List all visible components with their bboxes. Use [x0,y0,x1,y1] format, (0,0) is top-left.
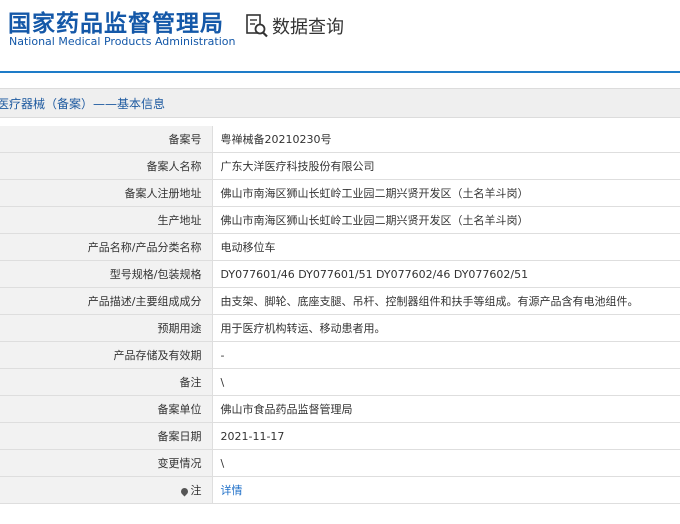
table-row: 备案人注册地址 佛山市南海区狮山长虹岭工业园二期兴贤开发区（土名羊斗岗） [0,179,680,207]
table-row: 备案人名称 广东大洋医疗科技股份有限公司 [0,152,680,180]
row-value: 电动移位车 [212,233,680,261]
table-row: 生产地址 佛山市南海区狮山长虹岭工业园二期兴贤开发区（土名羊斗岗） [0,206,680,234]
table-row: 产品描述/主要组成成分 由支架、脚轮、底座支腿、吊杆、控制器组件和扶手等组成。有… [0,287,680,315]
row-value: 2021-11-17 [212,422,680,450]
row-label: 变更情况 [0,449,213,477]
data-query-label: 数据查询 [272,17,344,38]
table-row: 产品存储及有效期 - [0,341,680,369]
row-label: 产品描述/主要组成成分 [0,287,213,315]
row-value: 由支架、脚轮、底座支腿、吊杆、控制器组件和扶手等组成。有源产品含有电池组件。 [212,287,680,315]
details-link[interactable]: 详情 [221,484,243,497]
row-label: 备案人名称 [0,152,213,180]
row-label: 备案单位 [0,395,213,423]
note-label: 注 [0,476,213,504]
data-query-link[interactable]: 数据查询 [246,12,344,40]
row-value: 广东大洋医疗科技股份有限公司 [212,152,680,180]
row-label: 备注 [0,368,213,396]
table-row: 型号规格/包装规格 DY077601/46 DY077601/51 DY0776… [0,260,680,288]
table-row: 注 详情 [0,476,680,504]
table-row: 备案日期 2021-11-17 [0,422,680,450]
table-row: 产品名称/产品分类名称 电动移位车 [0,233,680,261]
row-label: 产品存储及有效期 [0,341,213,369]
row-label: 型号规格/包装规格 [0,260,213,288]
row-value: 佛山市南海区狮山长虹岭工业园二期兴贤开发区（土名羊斗岗） [212,179,680,207]
search-document-icon [246,14,268,38]
row-value: DY077601/46 DY077601/51 DY077602/46 DY07… [212,260,680,288]
row-label: 产品名称/产品分类名称 [0,233,213,261]
table-row: 预期用途 用于医疗机构转运、移动患者用。 [0,314,680,342]
row-value: - [212,341,680,369]
row-label: 备案人注册地址 [0,179,213,207]
row-value: \ [212,449,680,477]
row-label: 备案日期 [0,422,213,450]
header-divider [0,71,680,73]
table-row: 备案单位 佛山市食品药品监督管理局 [0,395,680,423]
row-value: 用于医疗机构转运、移动患者用。 [212,314,680,342]
table-row: 变更情况 \ [0,449,680,477]
table-row: 备案号 粤禅械备20210230号 [0,126,680,153]
row-value: 详情 [212,476,680,504]
row-label: 预期用途 [0,314,213,342]
row-value: \ [212,368,680,396]
logo-title-en: National Medical Products Administration [9,35,236,48]
row-value: 佛山市食品药品监督管理局 [212,395,680,423]
row-label: 备案号 [0,126,213,153]
table-row: 备注 \ [0,368,680,396]
section-header: 医疗器械（备案）——基本信息 [0,88,680,118]
site-header: 国家药品监督管理局 National Medical Products Admi… [0,0,680,70]
row-label: 生产地址 [0,206,213,234]
row-value: 粤禅械备20210230号 [212,126,680,153]
row-value: 佛山市南海区狮山长虹岭工业园二期兴贤开发区（土名羊斗岗） [212,206,680,234]
record-detail-table: 备案号 粤禅械备20210230号 备案人名称 广东大洋医疗科技股份有限公司 备… [0,126,680,504]
logo-title-cn[interactable]: 国家药品监督管理局 [8,4,224,38]
pin-icon [179,486,189,496]
section-title: 医疗器械（备案）——基本信息 [0,97,166,111]
note-label-text: 注 [190,484,202,497]
